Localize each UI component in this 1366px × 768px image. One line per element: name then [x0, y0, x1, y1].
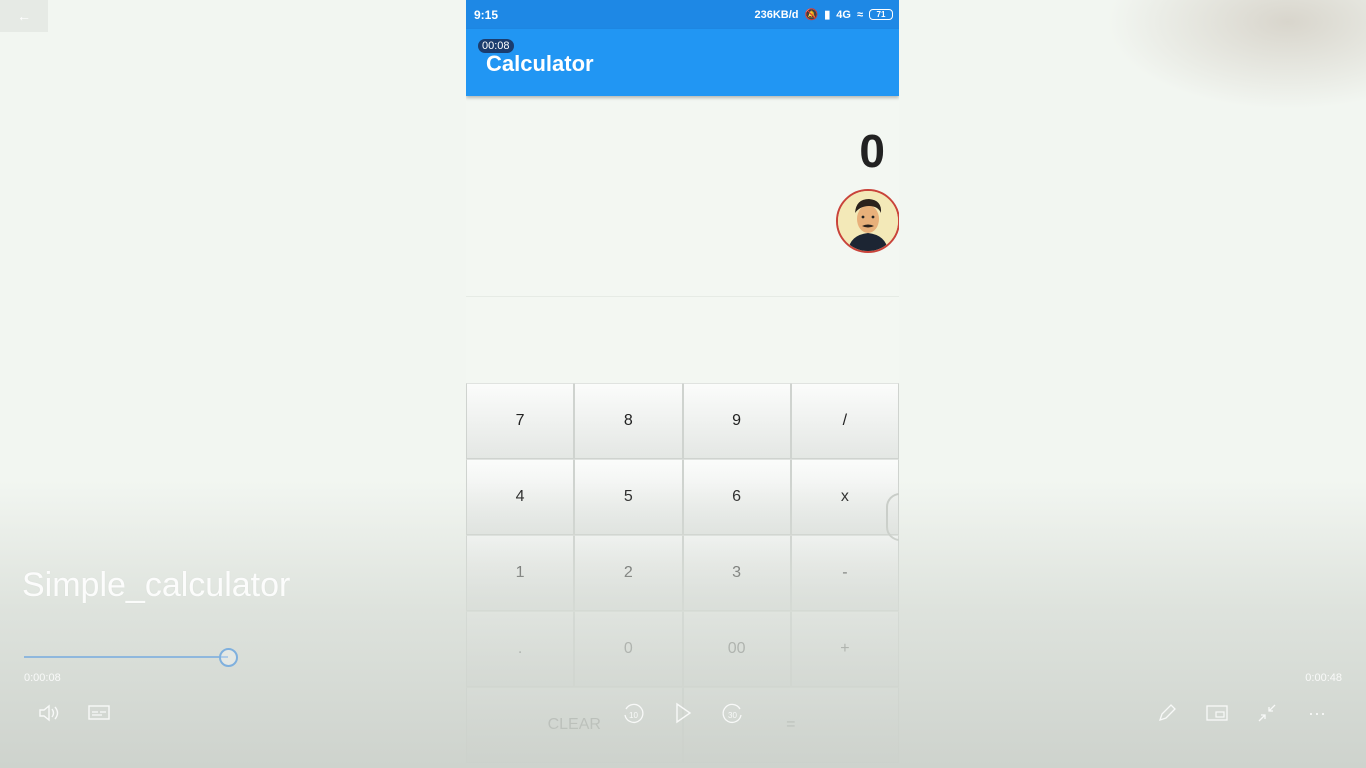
key-decimal[interactable]: . [466, 611, 575, 687]
exit-fullscreen-icon [1258, 704, 1276, 722]
keypad-row: . 0 00 + [466, 611, 899, 687]
key-multiply[interactable]: x [790, 459, 899, 535]
svg-text:30: 30 [728, 711, 737, 720]
current-time: 0:00:08 [24, 672, 61, 684]
total-time: 0:00:48 [1305, 672, 1342, 684]
edit-button[interactable] [1154, 700, 1180, 726]
wifi-icon: ≈ [856, 8, 863, 21]
forward-30-button[interactable]: 30 [720, 700, 746, 726]
rewind-10-icon: 10 [624, 703, 644, 724]
key-0[interactable]: 0 [574, 611, 683, 687]
key-3[interactable]: 3 [682, 535, 791, 611]
key-5[interactable]: 5 [574, 459, 683, 535]
key-6[interactable]: 6 [682, 459, 791, 535]
battery-icon: 71 [869, 9, 893, 20]
avatar[interactable] [836, 189, 899, 253]
display-divider [466, 296, 899, 297]
keypad-row: 7 8 9 / [466, 383, 899, 459]
background-glow [1106, 0, 1366, 110]
phone-screen: 9:15 236KB/d 🔕 ▮ 4G ≈ 71 Calculator 00:0… [466, 0, 899, 768]
back-button[interactable]: ← [0, 0, 48, 32]
volume-icon [39, 704, 59, 722]
play-button[interactable] [670, 700, 696, 726]
recording-timer-badge: 00:08 [478, 39, 514, 53]
video-title: Simple_calculator [22, 566, 291, 604]
seek-bar[interactable] [24, 656, 228, 658]
pencil-icon [1158, 704, 1176, 722]
miniplayer-button[interactable] [1204, 700, 1230, 726]
keypad-row: 4 5 6 x [466, 459, 899, 535]
key-1[interactable]: 1 [466, 535, 575, 611]
key-9[interactable]: 9 [682, 383, 791, 459]
subtitles-button[interactable] [86, 700, 112, 726]
miniplayer-icon [1206, 705, 1228, 721]
clear-button[interactable]: CLEAR [466, 687, 683, 763]
forward-30-icon: 30 [722, 703, 742, 724]
avatar-illustration [838, 191, 898, 251]
exit-fullscreen-button[interactable] [1254, 700, 1280, 726]
keypad-row: 1 2 3 - [466, 535, 899, 611]
subtitles-icon [88, 705, 110, 720]
play-icon [676, 702, 692, 724]
key-8[interactable]: 8 [574, 383, 683, 459]
more-button[interactable]: ··· [1304, 700, 1330, 726]
seek-handle[interactable] [219, 648, 238, 667]
edge-swipe-indicator [886, 493, 899, 541]
signal-icon: ▮ [824, 9, 831, 21]
status-bar: 9:15 236KB/d 🔕 ▮ 4G ≈ 71 [466, 0, 899, 29]
arrow-left-icon: ← [17, 8, 31, 24]
app-bar: Calculator 00:08 [466, 29, 899, 96]
mute-icon: 🔕 [804, 9, 819, 21]
status-time: 9:15 [474, 7, 499, 22]
network-type: 4G [836, 8, 851, 21]
volume-button[interactable] [36, 700, 62, 726]
app-title: Calculator [486, 51, 594, 76]
network-speed: 236KB/d [754, 8, 799, 21]
svg-text:10: 10 [629, 711, 638, 720]
key-7[interactable]: 7 [466, 383, 575, 459]
key-add[interactable]: + [790, 611, 899, 687]
key-00[interactable]: 00 [682, 611, 791, 687]
key-divide[interactable]: / [790, 383, 899, 459]
key-4[interactable]: 4 [466, 459, 575, 535]
battery-level: 71 [876, 10, 886, 19]
equals-button[interactable]: = [682, 687, 899, 763]
key-2[interactable]: 2 [574, 535, 683, 611]
key-subtract[interactable]: - [790, 535, 899, 611]
rewind-10-button[interactable]: 10 [620, 700, 646, 726]
calculator-display: 0 [859, 125, 885, 177]
more-icon: ··· [1308, 702, 1326, 723]
